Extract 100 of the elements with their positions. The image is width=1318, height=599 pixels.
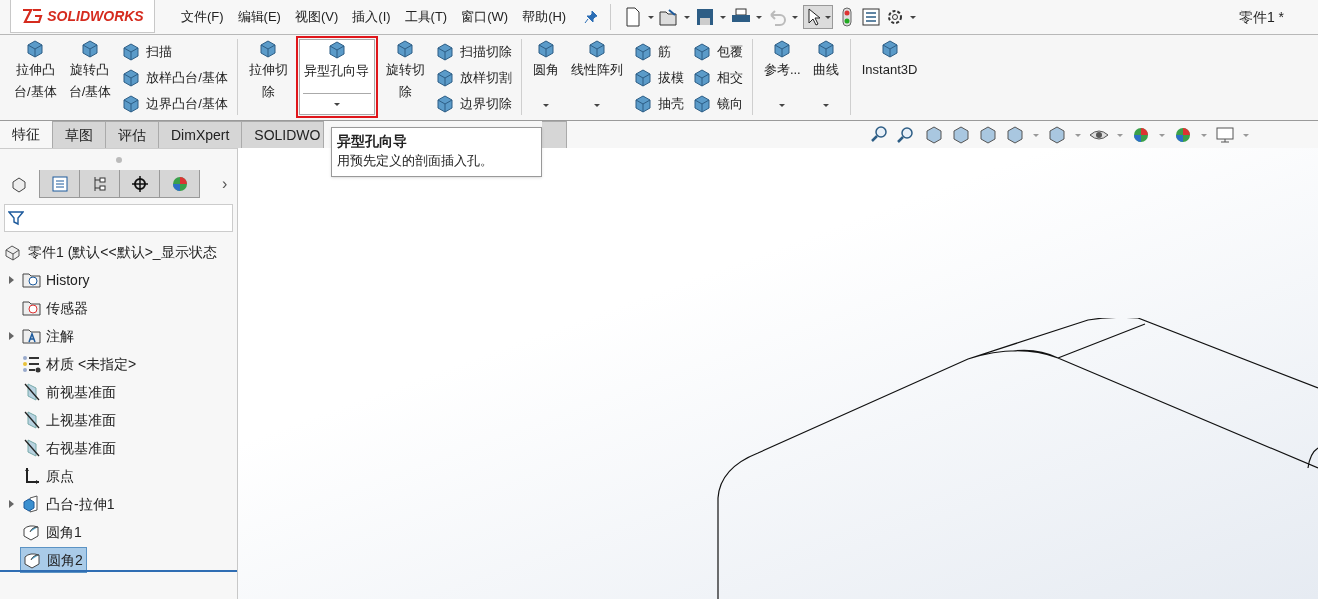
cube-icon: [632, 68, 653, 88]
ribbon-button[interactable]: 扫描: [120, 39, 229, 65]
tree-item[interactable]: 凸台-拉伸1: [20, 491, 118, 517]
caret-icon[interactable]: [909, 13, 918, 21]
tree-item[interactable]: 零件1 (默认<<默认>_显示状态: [2, 239, 220, 265]
ribbon-button[interactable]: 曲线: [809, 39, 842, 115]
tree-item[interactable]: 传感器: [20, 295, 91, 321]
ribbon-button[interactable]: 圆角: [529, 39, 562, 115]
ribbon-button[interactable]: 抽壳: [631, 91, 685, 117]
caret-icon[interactable]: [719, 13, 728, 21]
tree-item[interactable]: 材质 <未指定>: [20, 351, 140, 377]
caret-icon: [541, 101, 550, 109]
cube-icon: [434, 68, 455, 88]
open-folder-icon[interactable]: [659, 7, 680, 27]
annotation-folder-icon: [22, 326, 42, 346]
cube-icon: [121, 42, 142, 62]
ribbon-button[interactable]: 拉伸凸 台/基体: [11, 39, 60, 115]
menu-item[interactable]: 编辑(E): [231, 7, 287, 27]
cube-icon: [326, 40, 347, 60]
save-icon[interactable]: [695, 7, 716, 27]
cube-icon: [632, 42, 653, 62]
plane-icon: [22, 382, 42, 402]
ribbon-button[interactable]: 旋转切 除: [382, 39, 428, 115]
cube-icon: [772, 39, 793, 59]
tree-item[interactable]: 圆角1: [20, 519, 85, 545]
ribbon-button[interactable]: 放样切割: [433, 65, 513, 91]
plane-icon: [22, 438, 42, 458]
tab[interactable]: 评估: [106, 121, 159, 148]
expand-arrow-icon[interactable]: [9, 332, 15, 340]
tree-item[interactable]: 前视基准面: [20, 379, 119, 405]
ribbon-button[interactable]: 镜向: [690, 91, 744, 117]
tab[interactable]: 草图: [53, 121, 106, 148]
caret-icon[interactable]: [647, 13, 656, 21]
menu-item[interactable]: 视图(V): [288, 7, 345, 27]
tree-item[interactable]: 上视基准面: [20, 407, 119, 433]
cube-icon: [815, 39, 836, 59]
expand-arrow-icon[interactable]: [9, 276, 15, 284]
fillet-icon: [23, 550, 43, 570]
fillet-icon: [22, 522, 42, 542]
monitor-icon[interactable]: [1215, 124, 1235, 145]
menu-item[interactable]: 插入(I): [346, 7, 397, 27]
caret-icon: [332, 100, 341, 108]
panel-tab[interactable]: [120, 170, 160, 198]
filter-field[interactable]: [4, 204, 233, 232]
expand-arrow-icon[interactable]: [9, 500, 15, 508]
logo-text: SOLIDWORKS: [47, 6, 144, 26]
pin-icon[interactable]: [584, 10, 599, 24]
origin-icon: [22, 466, 42, 486]
cube-icon: [879, 39, 900, 59]
filter-icon: [8, 210, 24, 226]
select-button[interactable]: [803, 5, 834, 29]
menu-item[interactable]: 文件(F): [175, 7, 230, 27]
list-icon[interactable]: [861, 7, 882, 27]
splitter-handle[interactable]: [115, 156, 122, 163]
ribbon-button[interactable]: 包覆: [690, 39, 744, 65]
cube-icon: [691, 68, 712, 88]
list-icon: [49, 173, 70, 194]
cube-icon: [25, 39, 46, 59]
ribbon-button[interactable]: 放样凸台/基体: [120, 65, 229, 91]
ribbon-button[interactable]: 参考...: [760, 39, 804, 115]
caret-icon[interactable]: [791, 13, 800, 21]
menu-item[interactable]: 窗口(W): [455, 7, 515, 27]
ribbon-button[interactable]: 异型孔向导: [298, 39, 375, 115]
tree-item[interactable]: 原点: [20, 463, 77, 489]
material-icon: [22, 354, 42, 374]
cube-icon: [535, 39, 556, 59]
caret-icon[interactable]: [683, 13, 692, 21]
menu-item[interactable]: 工具(T): [398, 7, 454, 27]
ribbon-button[interactable]: 拔模: [631, 65, 685, 91]
caret-icon: [592, 101, 601, 109]
cube-icon: [79, 39, 100, 59]
tree-item[interactable]: 注解: [20, 323, 77, 349]
caret-icon: [824, 13, 833, 21]
ribbon-button[interactable]: 旋转凸 台/基体: [65, 39, 115, 115]
tab[interactable]: DimXpert: [159, 121, 243, 148]
tooltip-description: 用预先定义的剖面插入孔。: [337, 152, 494, 170]
cube-icon: [121, 68, 142, 88]
ribbon-button[interactable]: Instant3D: [858, 39, 921, 115]
history-folder-icon: [22, 270, 42, 290]
chevron-icon[interactable]: ›: [222, 172, 228, 196]
caret-icon[interactable]: [755, 13, 764, 21]
ribbon-button[interactable]: 相交: [690, 65, 744, 91]
tree-item[interactable]: History: [20, 267, 93, 293]
caret-icon: [778, 101, 787, 109]
document-title: 零件1 *: [1238, 7, 1284, 27]
cube-icon: [434, 42, 455, 62]
ribbon-button[interactable]: 线性阵列: [567, 39, 626, 115]
tree-item[interactable]: 圆角2: [20, 547, 87, 573]
ribbon-button[interactable]: 边界切除: [433, 91, 513, 117]
menu-item[interactable]: 帮助(H): [516, 7, 573, 27]
cube-icon: [395, 39, 416, 59]
crosshair-icon: [129, 173, 150, 194]
logo-icon: [21, 7, 44, 25]
ribbon-button[interactable]: 筋: [631, 39, 685, 65]
ribbon-button[interactable]: 边界凸台/基体: [120, 91, 229, 117]
cube-icon: [434, 94, 455, 114]
tree-item[interactable]: 右视基准面: [20, 435, 119, 461]
ribbon-button[interactable]: 拉伸切 除: [245, 39, 291, 115]
ribbon-button[interactable]: 扫描切除: [433, 39, 513, 65]
tab[interactable]: SOLIDWO: [242, 121, 325, 148]
